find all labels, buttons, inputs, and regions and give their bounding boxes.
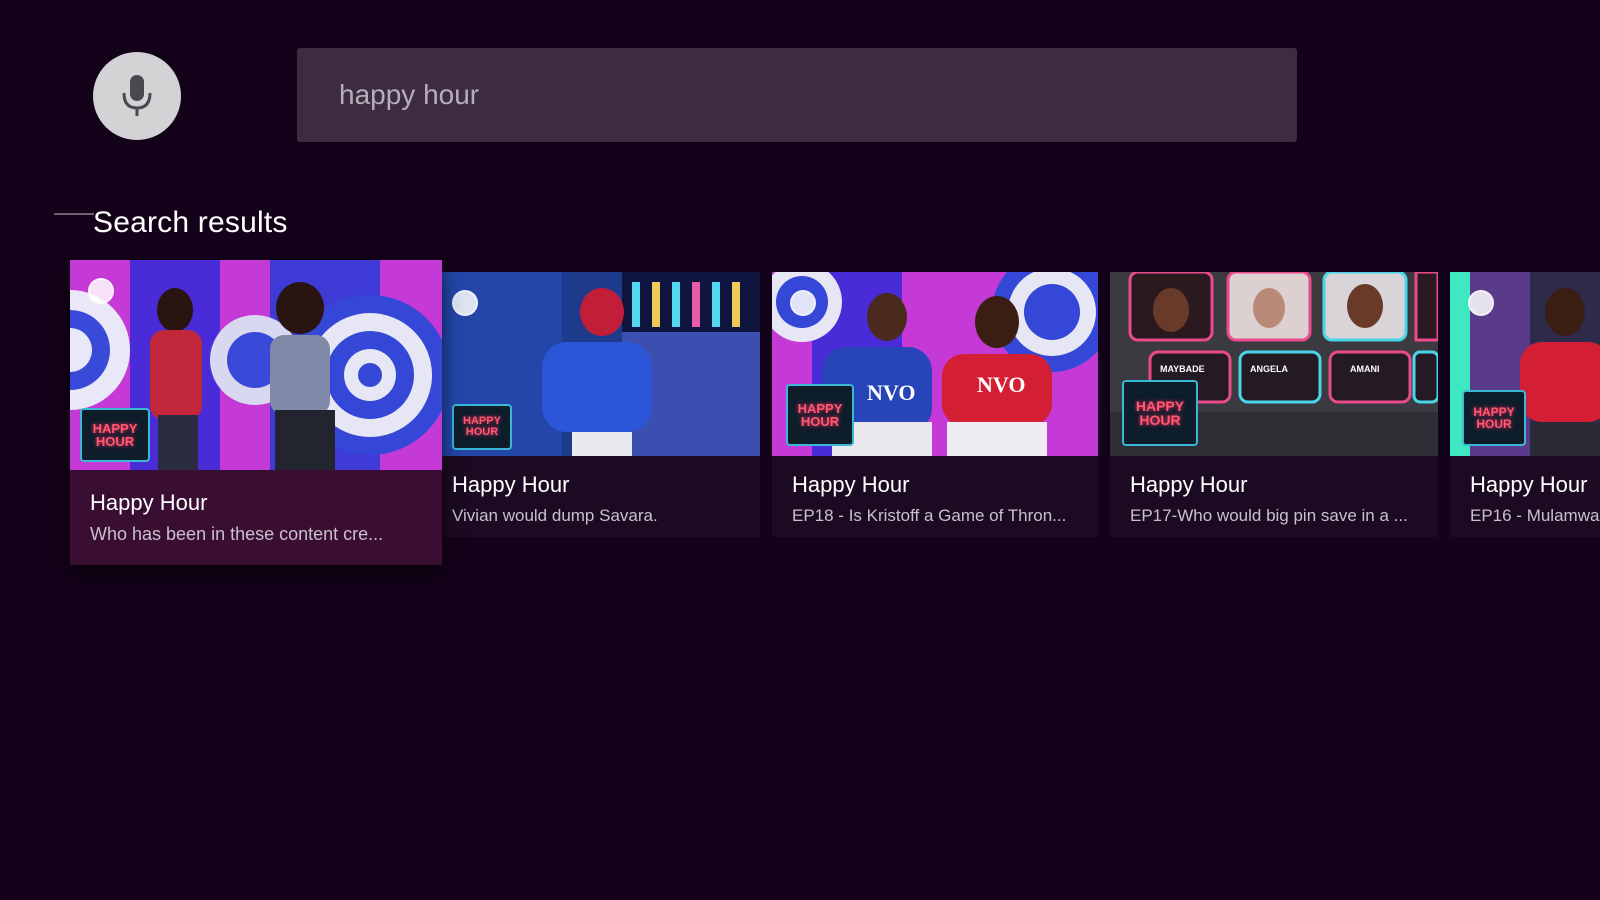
video-thumbnail: NVO NVO HAPPY HOUR: [772, 272, 1098, 456]
card-title: Happy Hour: [1470, 472, 1588, 497]
search-field[interactable]: [297, 48, 1297, 142]
section-divider: [54, 213, 94, 215]
video-thumbnail: HAPPY HOUR: [1450, 272, 1600, 456]
channel-avatar: [790, 290, 816, 316]
result-card-5[interactable]: HAPPY HOUR Happy Hour EP16 - Mulamwa: [1450, 272, 1600, 537]
search-screen: Search results: [0, 0, 1600, 900]
shirt-text: NVO: [977, 372, 1026, 397]
card-title: Happy Hour: [452, 472, 570, 497]
card-subtitle: EP18 - Is Kristoff a Game of Thron...: [792, 506, 1067, 525]
search-input[interactable]: [337, 78, 1297, 112]
channel-avatar: [452, 290, 478, 316]
happy-hour-logo: HAPPY HOUR: [452, 404, 512, 450]
contestant-label: ANGELA: [1250, 364, 1288, 374]
result-card-2[interactable]: HAPPY HOUR Happy Hour Vivian would dump …: [442, 272, 760, 537]
search-results-heading: Search results: [93, 206, 288, 239]
mic-icon: [122, 75, 152, 116]
happy-hour-logo: HAPPY HOUR: [80, 408, 150, 462]
card-subtitle: EP16 - Mulamwa: [1470, 506, 1600, 525]
video-thumbnail: HAPPY HOUR: [70, 260, 442, 470]
channel-avatar: [1468, 290, 1494, 316]
channel-avatar: [88, 278, 114, 304]
result-card-1[interactable]: HAPPY HOUR Happy Hour Who has been in th…: [70, 260, 442, 565]
card-title: Happy Hour: [1130, 472, 1248, 497]
video-thumbnail: HAPPY HOUR: [442, 272, 760, 456]
card-title: Happy Hour: [90, 490, 208, 515]
card-subtitle: Who has been in these content cre...: [90, 524, 384, 544]
happy-hour-logo: HAPPY HOUR: [1462, 390, 1526, 446]
video-thumbnail: MAYBADE ANGELA AMANI HAPPY HOUR: [1110, 272, 1438, 456]
contestant-label: AMANI: [1350, 364, 1380, 374]
contestant-label: MAYBADE: [1160, 364, 1205, 374]
results-row: HAPPY HOUR Happy Hour Who has been in th…: [0, 260, 1600, 580]
result-card-3[interactable]: NVO NVO HAPPY HOUR Happy Hour EP18 - Is …: [772, 272, 1098, 537]
voice-search-button[interactable]: [93, 52, 181, 140]
happy-hour-logo: HAPPY HOUR: [1122, 380, 1198, 446]
card-subtitle: Vivian would dump Savara.: [452, 506, 658, 525]
happy-hour-logo: HAPPY HOUR: [786, 384, 854, 446]
card-title: Happy Hour: [792, 472, 910, 497]
card-subtitle: EP17-Who would big pin save in a ...: [1130, 506, 1408, 525]
shirt-text: NVO: [867, 380, 916, 405]
result-card-4[interactable]: MAYBADE ANGELA AMANI HAPPY HOUR Happy Ho…: [1110, 272, 1438, 537]
